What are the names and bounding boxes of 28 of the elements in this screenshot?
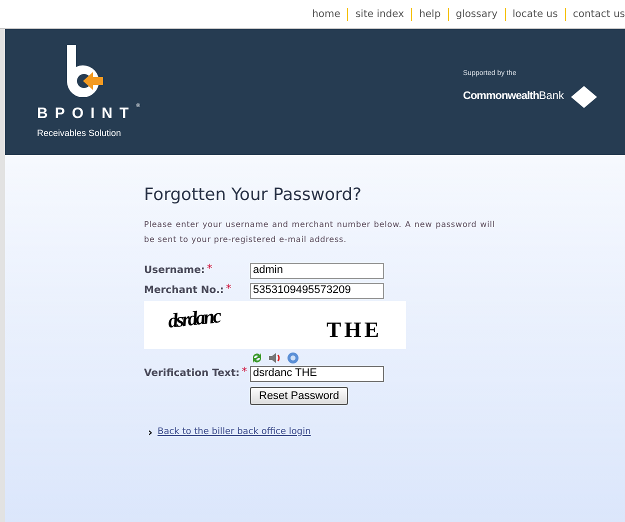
reset-password-button[interactable]: Reset Password: [250, 386, 348, 404]
required-mark: *: [206, 263, 212, 274]
diamond-logo-icon: [571, 86, 597, 108]
back-to-login-link[interactable]: Back to the biller back office login: [158, 426, 311, 439]
page-title: Forgotten Your Password?: [144, 184, 363, 207]
nav-link[interactable]: glossary: [456, 6, 498, 22]
brand-tagline: Receivables Solution: [37, 126, 122, 140]
required-mark: *: [242, 366, 248, 377]
nav-link[interactable]: help: [419, 6, 441, 22]
captcha-image: dsrdanc THE: [144, 300, 406, 348]
verification-field[interactable]: dsrdanc THE: [250, 366, 384, 382]
field-label: Username:: [144, 264, 205, 278]
nav-link[interactable]: contact us: [572, 6, 625, 22]
brand-name: BPOINT: [37, 104, 136, 124]
required-mark: *: [226, 283, 232, 294]
nav-link[interactable]: locate us: [512, 6, 558, 22]
refresh-icon[interactable]: [251, 352, 263, 364]
field-label: Verification Text:: [144, 367, 240, 381]
speaker-icon[interactable]: [268, 352, 282, 364]
nav-link[interactable]: site index: [355, 6, 404, 22]
text-field[interactable]: admin: [250, 262, 384, 278]
bank-name: CommonwealthBank: [463, 89, 564, 104]
nav-link[interactable]: home: [312, 6, 340, 22]
link-marker: ›: [148, 426, 153, 438]
field-label: Merchant No.:: [144, 284, 224, 298]
help-icon[interactable]: [287, 352, 299, 364]
text-field[interactable]: 5353109495573209: [250, 282, 384, 298]
intro-paragraph: Please enter your username and merchant number below. A new password will be sent to your pre-registered e-mail address.: [144, 218, 495, 246]
